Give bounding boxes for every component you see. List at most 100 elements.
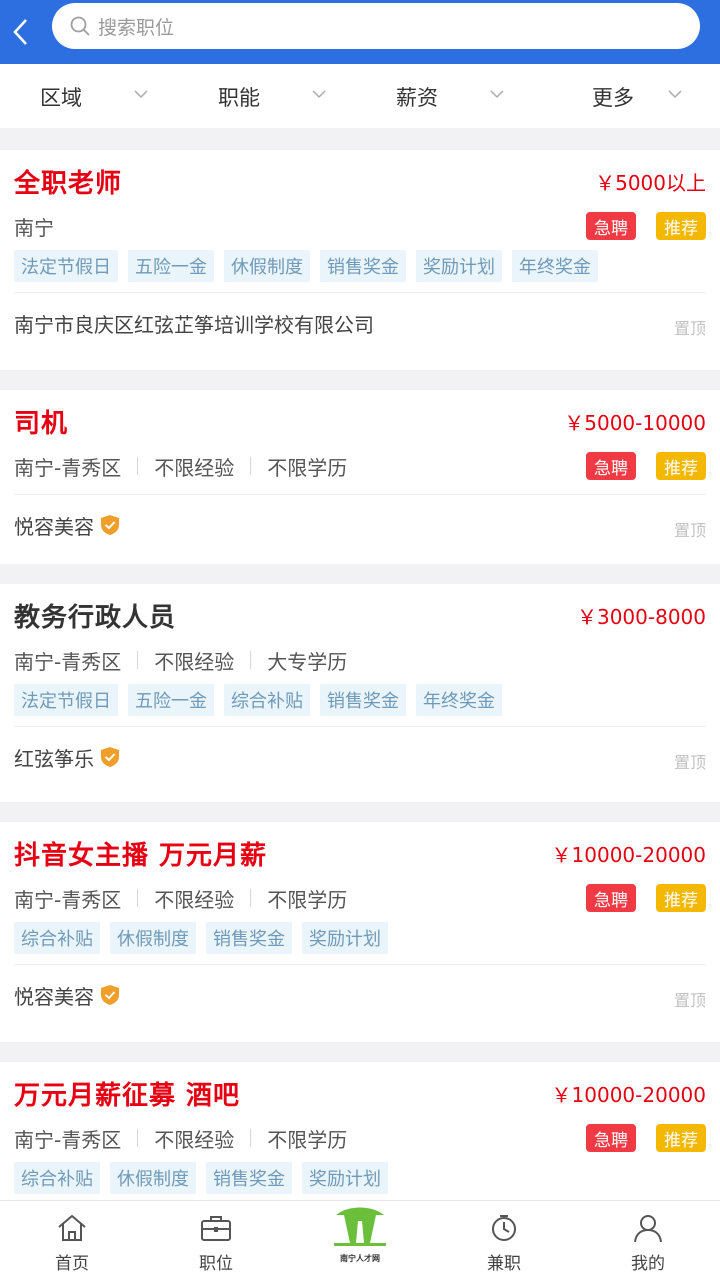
filter-more[interactable]: 更多 xyxy=(540,64,720,128)
job-salary: ￥3000-8000 xyxy=(576,604,706,629)
job-badges: 急聘 推荐 xyxy=(566,212,706,240)
job-location: 南宁-青秀区 xyxy=(14,1127,122,1152)
job-card[interactable]: 抖音女主播 万元月薪 ￥10000-20000 南宁-青秀区 不限经验 不限学历… xyxy=(0,822,720,1042)
meta-separator xyxy=(137,1129,139,1147)
benefit-tag: 销售奖金 xyxy=(320,250,406,282)
company-name[interactable]: 红弦筝乐 xyxy=(14,743,120,772)
job-tags: 综合补贴 休假制度 销售奖金 奖励计划 xyxy=(14,1156,706,1194)
job-salary: ￥10000-20000 xyxy=(551,842,706,867)
filter-bar: 区域 职能 薪资 更多 xyxy=(0,64,720,128)
nav-home[interactable]: 首页 xyxy=(0,1201,144,1280)
company-row: 红弦筝乐 置顶 xyxy=(14,727,706,787)
urgent-badge: 急聘 xyxy=(586,884,636,912)
job-education: 不限学历 xyxy=(267,455,348,480)
nav-label: 兼职 xyxy=(487,1254,521,1274)
pin-label: 置顶 xyxy=(673,521,706,540)
job-meta-row: 南宁-青秀区 不限经验 不限学历 急聘 推荐 xyxy=(14,1120,706,1156)
benefit-tag: 综合补贴 xyxy=(14,922,100,954)
recommend-badge: 推荐 xyxy=(656,1124,706,1152)
job-title: 司机 xyxy=(14,408,69,439)
company-name[interactable]: 悦容美容 xyxy=(14,981,120,1010)
user-icon xyxy=(631,1211,665,1245)
job-badges: 急聘 推荐 xyxy=(566,452,706,480)
company-name-text: 红弦筝乐 xyxy=(14,746,94,771)
urgent-badge: 急聘 xyxy=(586,452,636,480)
filter-function[interactable]: 职能 xyxy=(180,64,360,128)
meta-separator xyxy=(250,1129,252,1147)
job-title: 教务行政人员 xyxy=(14,602,177,633)
benefit-tag: 五险一金 xyxy=(128,684,214,716)
filter-label: 更多 xyxy=(592,86,634,110)
site-logo-icon xyxy=(330,1203,390,1255)
job-title-row: 抖音女主播 万元月薪 ￥10000-20000 xyxy=(14,822,706,884)
chevron-down-icon xyxy=(312,90,326,99)
job-tags: 法定节假日 五险一金 休假制度 销售奖金 奖励计划 年终奖金 xyxy=(14,244,706,282)
job-education: 不限学历 xyxy=(267,1127,348,1152)
company-name[interactable]: 南宁市良庆区红弦芷筝培训学校有限公司 xyxy=(14,309,374,338)
job-experience: 不限经验 xyxy=(154,887,235,912)
nav-parttime[interactable]: 兼职 xyxy=(432,1201,576,1280)
filter-area[interactable]: 区域 xyxy=(0,64,180,128)
benefit-tag: 奖励计划 xyxy=(302,1162,388,1194)
job-experience: 不限经验 xyxy=(154,455,235,480)
search-icon xyxy=(68,14,92,38)
job-card[interactable]: 教务行政人员 ￥3000-8000 南宁-青秀区 不限经验 大专学历 法定节假日… xyxy=(0,584,720,802)
job-meta: 南宁 xyxy=(14,212,54,241)
nav-logo[interactable]: 南宁人才网 xyxy=(288,1201,432,1280)
recommend-badge: 推荐 xyxy=(656,452,706,480)
site-logo-text: 南宁人才网 xyxy=(340,1254,380,1263)
urgent-badge: 急聘 xyxy=(586,212,636,240)
benefit-tag: 年终奖金 xyxy=(512,250,598,282)
job-salary: ￥5000-10000 xyxy=(564,410,706,435)
nav-label: 我的 xyxy=(631,1254,665,1274)
pin-label: 置顶 xyxy=(673,319,706,338)
company-name[interactable]: 悦容美容 xyxy=(14,511,120,540)
job-location: 南宁-青秀区 xyxy=(14,887,122,912)
job-meta-row: 南宁-青秀区 不限经验 不限学历 急聘 推荐 xyxy=(14,448,706,484)
meta-separator xyxy=(137,457,139,475)
benefit-tag: 年终奖金 xyxy=(416,684,502,716)
benefit-tag: 休假制度 xyxy=(110,922,196,954)
job-title: 全职老师 xyxy=(14,168,123,199)
benefit-tag: 法定节假日 xyxy=(14,250,118,282)
filter-label: 职能 xyxy=(218,86,260,110)
job-tags: 综合补贴 休假制度 销售奖金 奖励计划 xyxy=(14,916,706,954)
filter-label: 薪资 xyxy=(396,86,438,110)
benefit-tag: 休假制度 xyxy=(224,250,310,282)
company-row: 悦容美容 置顶 xyxy=(14,495,706,555)
search-placeholder: 搜索职位 xyxy=(98,16,175,39)
job-experience: 不限经验 xyxy=(154,1127,235,1152)
job-title: 抖音女主播 万元月薪 xyxy=(14,840,268,871)
benefit-tag: 销售奖金 xyxy=(320,684,406,716)
meta-separator xyxy=(250,651,252,669)
benefit-tag: 奖励计划 xyxy=(302,922,388,954)
benefit-tag: 综合补贴 xyxy=(224,684,310,716)
back-button[interactable] xyxy=(2,6,38,58)
filter-label: 区域 xyxy=(40,86,82,110)
job-education: 不限学历 xyxy=(267,887,348,912)
job-experience: 不限经验 xyxy=(154,649,235,674)
nav-jobs[interactable]: 职位 xyxy=(144,1201,288,1280)
company-row: 悦容美容 置顶 xyxy=(14,965,706,1025)
job-card[interactable]: 司机 ￥5000-10000 南宁-青秀区 不限经验 不限学历 急聘 推荐 悦容… xyxy=(0,390,720,564)
job-meta: 南宁-青秀区 不限经验 不限学历 xyxy=(14,884,347,913)
search-input[interactable]: 搜索职位 xyxy=(52,3,700,49)
chevron-down-icon xyxy=(134,90,148,99)
job-education: 大专学历 xyxy=(267,649,348,674)
briefcase-icon xyxy=(199,1211,233,1245)
benefit-tag: 奖励计划 xyxy=(416,250,502,282)
job-meta: 南宁-青秀区 不限经验 大专学历 xyxy=(14,646,347,675)
chevron-down-icon xyxy=(490,90,504,99)
home-icon xyxy=(55,1211,89,1245)
company-row: 南宁市良庆区红弦芷筝培训学校有限公司 置顶 xyxy=(14,293,706,353)
pin-label: 置顶 xyxy=(673,991,706,1010)
job-meta: 南宁-青秀区 不限经验 不限学历 xyxy=(14,1124,347,1153)
meta-separator xyxy=(137,651,139,669)
recommend-badge: 推荐 xyxy=(656,212,706,240)
nav-mine[interactable]: 我的 xyxy=(576,1201,720,1280)
job-salary: ￥10000-20000 xyxy=(551,1082,706,1107)
filter-salary[interactable]: 薪资 xyxy=(360,64,540,128)
job-card[interactable]: 全职老师 ￥5000以上 南宁 急聘 推荐 法定节假日 五险一金 休假制度 销售… xyxy=(0,150,720,370)
chevron-down-icon xyxy=(668,90,682,99)
bottom-nav: 首页 职位 南宁人才网 兼职 我的 xyxy=(0,1200,720,1280)
